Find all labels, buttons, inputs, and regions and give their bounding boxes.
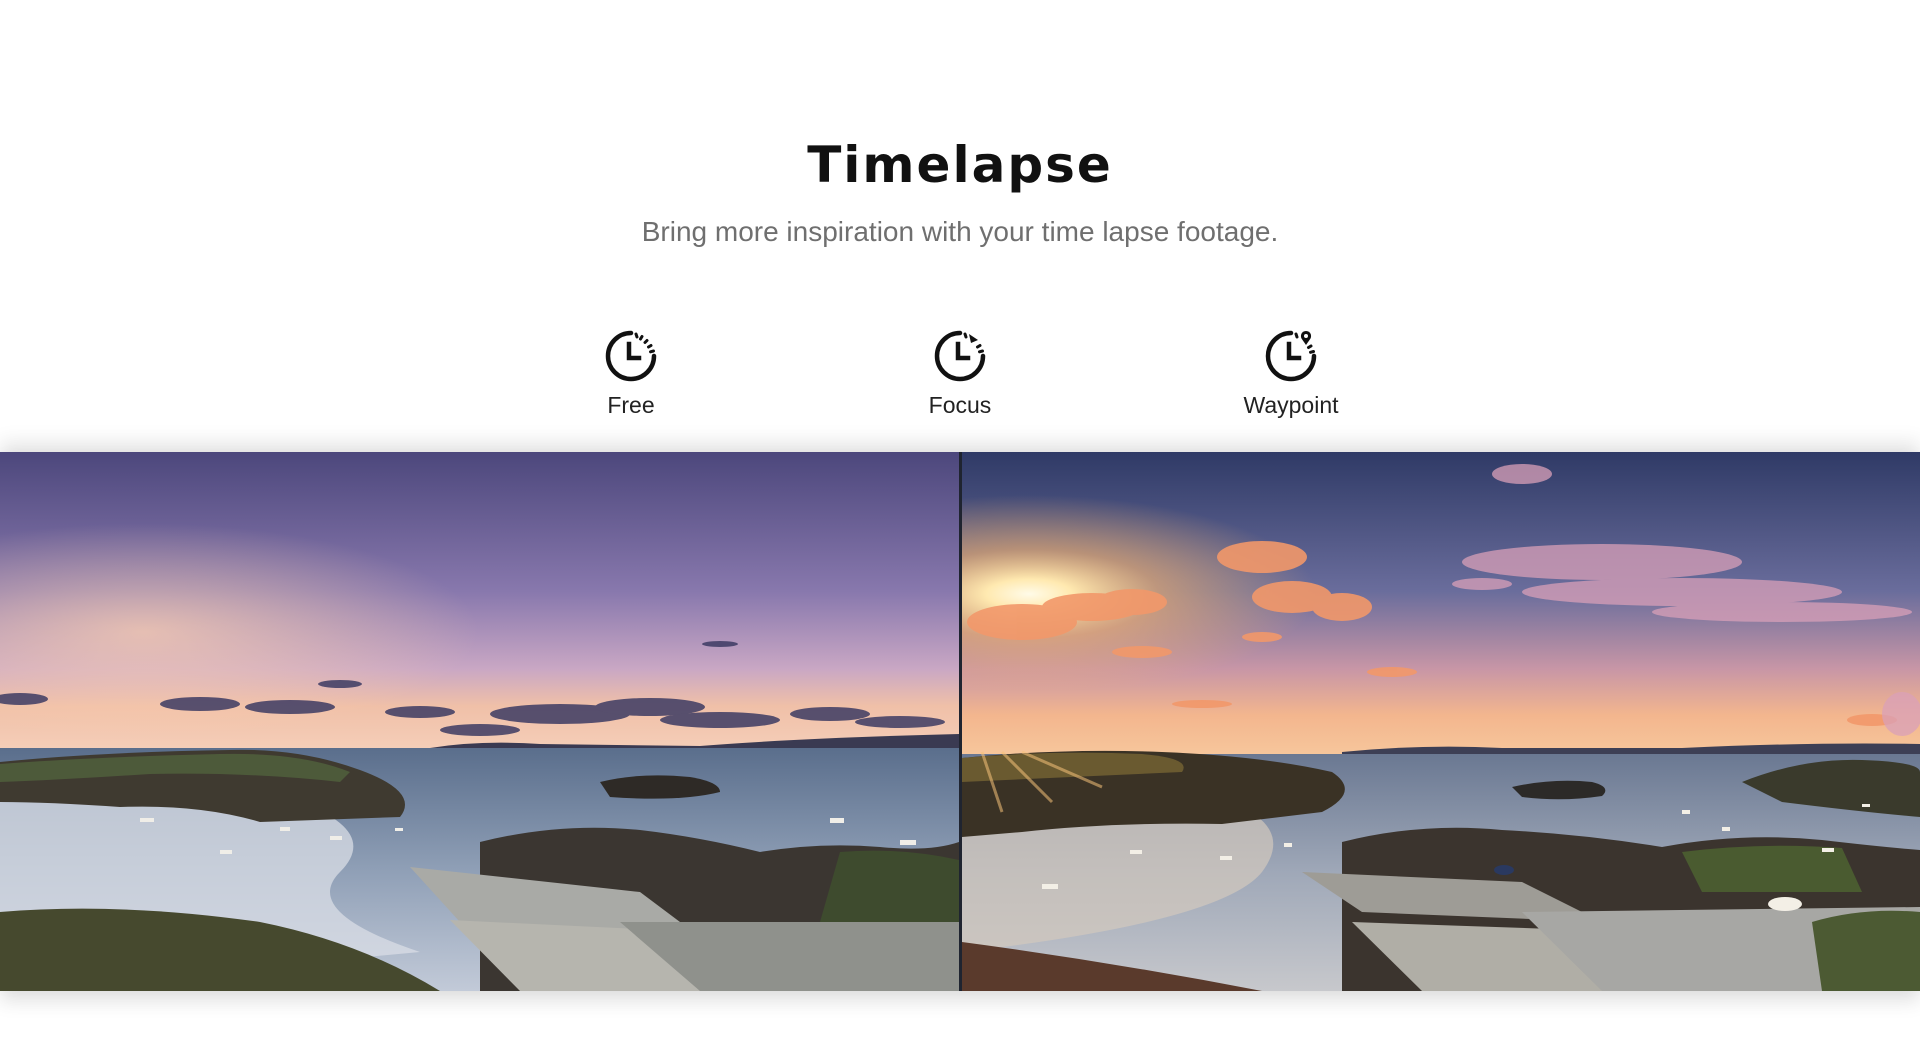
clock-focus-icon <box>934 330 986 382</box>
clock-free-icon <box>605 330 657 382</box>
timelapse-frame-dusk <box>0 452 959 991</box>
section-subtitle: Bring more inspiration with your time la… <box>641 216 1279 247</box>
timelapse-comparison-viewer <box>0 452 1920 991</box>
mode-free-label: Free <box>607 392 655 418</box>
clock-waypoint-icon <box>1265 330 1317 382</box>
mode-waypoint-label: Waypoint <box>1243 392 1339 418</box>
mode-waypoint-button[interactable]: Waypoint <box>1191 328 1391 419</box>
mode-focus-button[interactable]: Focus <box>860 328 1060 419</box>
timelapse-section: Timelapse Bring more inspiration with yo… <box>0 0 1920 1061</box>
mode-free-button[interactable]: Free <box>531 328 731 419</box>
mode-focus-label: Focus <box>928 392 992 418</box>
timelapse-frame-sunset <box>962 452 1920 991</box>
section-title: Timelapse <box>807 136 1113 194</box>
